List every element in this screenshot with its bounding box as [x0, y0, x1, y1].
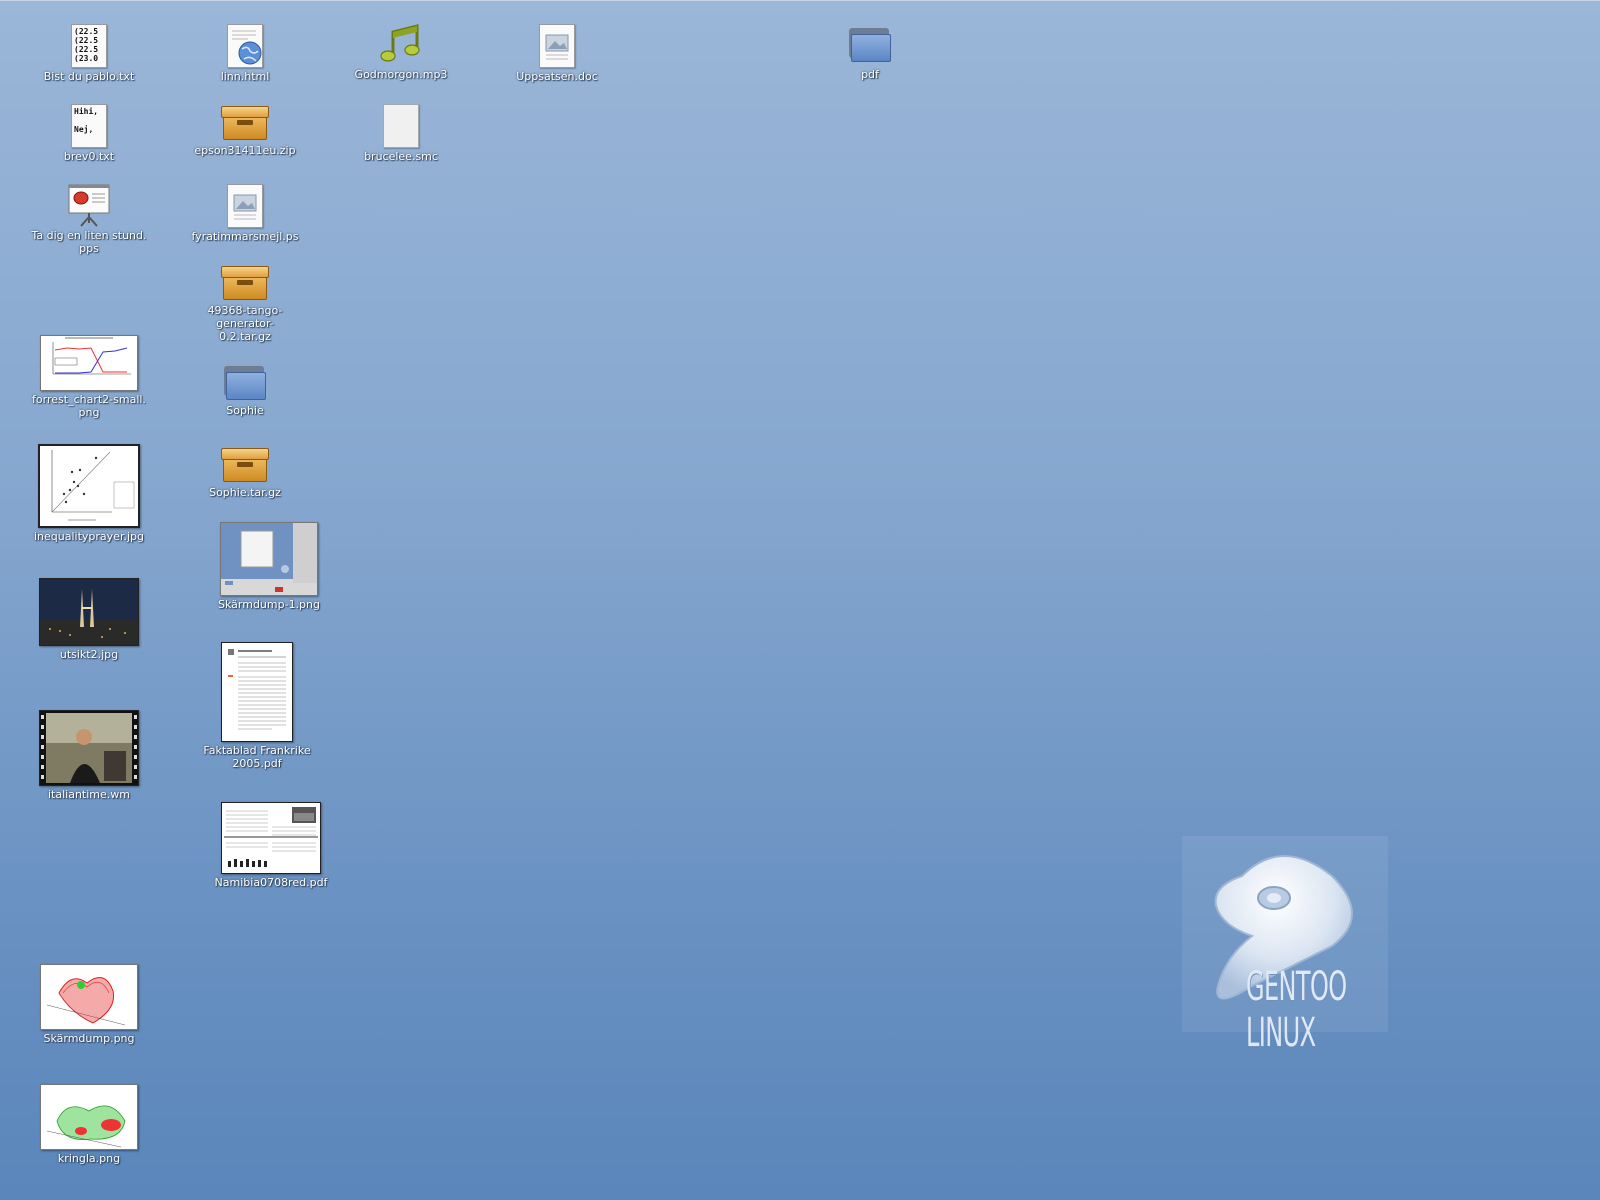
icon-label: kringla.png: [57, 1152, 121, 1165]
icon-label: inequalityprayer.jpg: [34, 530, 144, 543]
icon-label: pdf: [861, 68, 879, 81]
desktop-icon-inequalityprayer[interactable]: inequalityprayer.jpg: [24, 444, 154, 543]
postscript-file-icon: [227, 184, 263, 228]
icon-label: Sophie: [226, 404, 264, 417]
desktop-icon-forrest-chart[interactable]: forrest_chart2-small. png: [24, 335, 154, 419]
desktop-icon-sophie-folder[interactable]: Sophie: [180, 362, 310, 417]
folder-icon: [224, 362, 266, 402]
icon-label: linn.html: [220, 70, 270, 83]
icon-label: Faktablad Frankrike 2005.pdf: [203, 744, 311, 770]
desktop-icon-utsikt2[interactable]: utsikt2.jpg: [24, 578, 154, 661]
icon-label: italiantime.wm: [48, 788, 130, 801]
icon-label: epson31411eu.zip: [194, 144, 296, 157]
top-border: [0, 0, 1600, 1]
desktop-icon-brev0-txt[interactable]: Hihi, Nej, brev0.txt: [24, 104, 154, 163]
desktop-icon-italiantime[interactable]: italiantime.wm: [24, 710, 154, 801]
video-thumbnail-icon: [39, 710, 139, 786]
presentation-icon: [67, 183, 111, 227]
html-file-icon: [227, 24, 263, 68]
desktop-icon-skarmdump[interactable]: Skärmdump.png: [24, 964, 154, 1045]
icon-label: Uppsatsen.doc: [516, 70, 598, 83]
desktop-icon-tango-generator[interactable]: 49368-tango-generator- 0.2.tar.gz: [180, 266, 310, 343]
plot-thumbnail-icon: [40, 964, 138, 1030]
icon-label: Namibia0708red.pdf: [214, 876, 328, 889]
icon-label: utsikt2.jpg: [59, 648, 119, 661]
desktop-icon-bist-du-pablo-txt[interactable]: (22.5 (22.5 (22.5 (23.0 Bist du pablo.tx…: [24, 24, 154, 83]
desktop-icon-kringla[interactable]: kringla.png: [24, 1084, 154, 1165]
desktop-icon-sophie-tar-gz[interactable]: Sophie.tar.gz: [180, 448, 310, 499]
pdf-document-icon: [221, 642, 293, 742]
generic-file-icon: [383, 104, 419, 148]
icon-label: brucelee.smc: [364, 150, 438, 163]
icon-label: forrest_chart2-small. png: [32, 393, 146, 419]
archive-handle: [237, 120, 253, 125]
icon-label: Sophie.tar.gz: [209, 486, 281, 499]
archive-handle: [237, 462, 253, 467]
text-file-icon: (22.5 (22.5 (22.5 (23.0: [71, 24, 107, 68]
desktop-icon-brucelee-smc[interactable]: brucelee.smc: [336, 104, 466, 163]
icon-label: Skärmdump.png: [43, 1032, 135, 1045]
gentoo-logo: GENTOO LINUX: [1182, 836, 1388, 1056]
desktop-icon-linn-html[interactable]: linn.html: [180, 24, 310, 83]
icon-label: fyratimmarsmejl.ps: [191, 230, 299, 243]
archive-icon: [221, 448, 269, 484]
archive-icon: [221, 266, 269, 302]
archive-handle: [237, 280, 253, 285]
desktop-icon-pdf-folder[interactable]: pdf: [805, 24, 935, 81]
text-file-icon: Hihi, Nej,: [71, 104, 107, 148]
music-note-icon: [379, 24, 423, 66]
icon-label: Ta dig en liten stund. pps: [31, 229, 147, 255]
gentoo-logo-text: GENTOO LINUX: [1246, 964, 1347, 1056]
desktop-icon-godmorgon-mp3[interactable]: Godmorgon.mp3: [336, 24, 466, 81]
screenshot-thumbnail-icon: [220, 522, 318, 596]
archive-lid: [221, 448, 269, 460]
folder-front: [226, 372, 266, 400]
archive-lid: [221, 106, 269, 118]
desktop-icon-epson-zip[interactable]: epson31411eu.zip: [180, 106, 310, 157]
desktop-icon-uppsatsen-doc[interactable]: Uppsatsen.doc: [492, 24, 622, 83]
scatter-thumbnail-icon: [38, 444, 140, 528]
document-file-icon: [539, 24, 575, 68]
archive-icon: [221, 106, 269, 142]
desktop-icon-faktablad[interactable]: Faktablad Frankrike 2005.pdf: [192, 642, 322, 770]
plot-thumbnail-icon: [40, 1084, 138, 1150]
photo-thumbnail-icon: [39, 578, 139, 646]
desktop-icon-namibia[interactable]: Namibia0708red.pdf: [206, 802, 336, 889]
icon-label: Godmorgon.mp3: [354, 68, 448, 81]
icon-label: 49368-tango-generator- 0.2.tar.gz: [207, 304, 283, 343]
archive-lid: [221, 266, 269, 278]
chart-thumbnail-icon: [40, 335, 138, 391]
folder-front: [851, 34, 891, 62]
desktop-icon-fyratimmarsmejl-ps[interactable]: fyratimmarsmejl.ps: [180, 184, 310, 243]
icon-label: Skärmdump-1.png: [218, 598, 320, 611]
desktop-icon-pps[interactable]: Ta dig en liten stund. pps: [24, 183, 154, 255]
folder-icon: [849, 24, 891, 66]
desktop-icon-skarmdump-1[interactable]: Skärmdump-1.png: [204, 522, 334, 611]
pdf-document-icon: [221, 802, 321, 874]
icon-label: brev0.txt: [63, 150, 115, 163]
icon-label: Bist du pablo.txt: [43, 70, 135, 83]
